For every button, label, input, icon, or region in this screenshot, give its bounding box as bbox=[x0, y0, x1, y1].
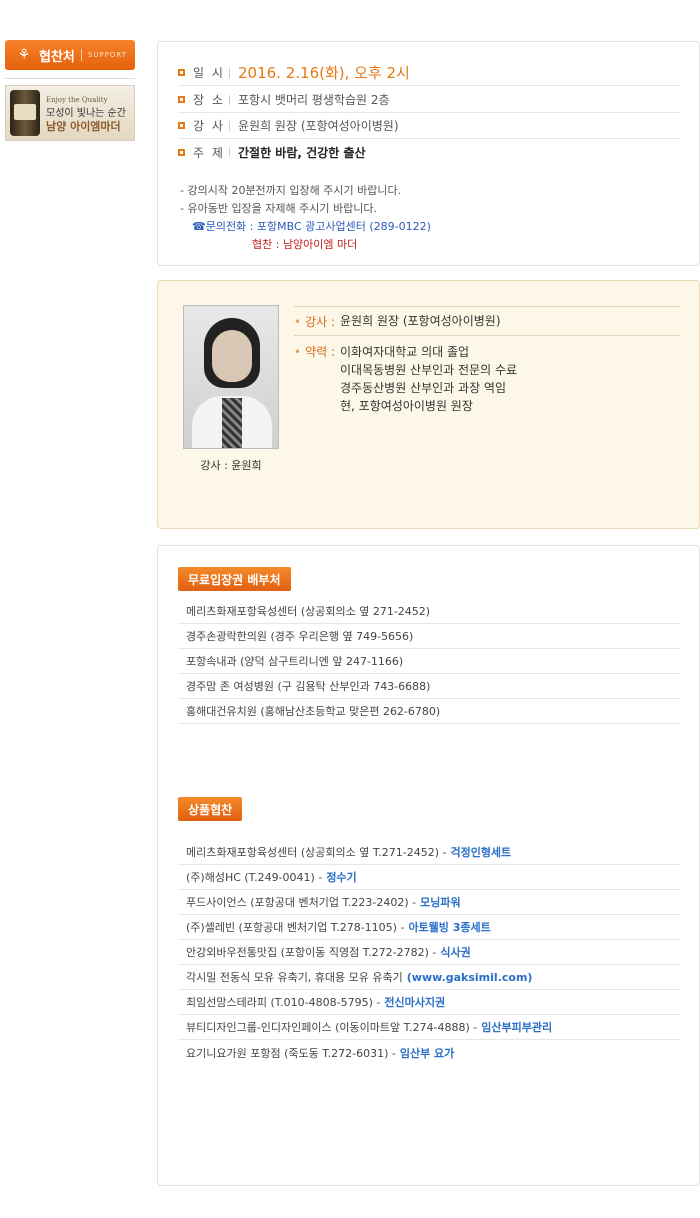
lecturer-career-key: 약력 : bbox=[294, 343, 340, 360]
event-info-panel: 일 시 2016. 2.16(화), 오후 2시 장 소 포항시 뱃머리 평생학… bbox=[157, 41, 700, 266]
note-line: - 강의시작 20분전까지 입장해 주시기 바랍니다. bbox=[180, 184, 402, 197]
list-item: 경주손광락한의원 (경주 우리은행 옆 749-5656) bbox=[178, 624, 681, 649]
info-value: 윤원희 원장 (포항여성아이병원) bbox=[238, 119, 399, 133]
list-item: 경주맘 존 여성병원 (구 김용탁 산부인과 743-6688) bbox=[178, 674, 681, 699]
sponsor-text: 안강외바우전통맛집 (포항이동 직영점 T.272-2782) - bbox=[186, 946, 437, 959]
list-item: 메리츠화재포항육성센터 (상공회의소 옆 271-2452) bbox=[178, 599, 681, 624]
lecturer-career-row: 약력 : 이화여자대학교 의대 졸업 이대목동병원 산부인과 전문의 수료 경주… bbox=[294, 336, 680, 415]
bullet-icon bbox=[178, 148, 185, 156]
lecturer-details: 강사 : 윤원희 원장 (포항여성아이병원) 약력 : 이화여자대학교 의대 졸… bbox=[294, 306, 680, 415]
info-value: 포항시 뱃머리 평생학습원 2층 bbox=[238, 93, 390, 107]
product-link[interactable]: (www.gaksimil.com) bbox=[407, 971, 533, 984]
banner-text: Enjoy the Quality 모성이 빛나는 순간 남양 아이엠마더 bbox=[46, 94, 126, 133]
lecturer-panel: 강사 : 윤원희 강사 : 윤원희 원장 (포항여성아이병원) 약력 : 이화여… bbox=[157, 280, 700, 529]
support-label: 협찬처 bbox=[39, 49, 75, 65]
lecturer-name-row: 강사 : 윤원희 원장 (포항여성아이병원) bbox=[294, 307, 680, 335]
banner-line1: 모성이 빛나는 순간 bbox=[46, 107, 126, 119]
list-item: 뷰티디자인그룹-인디자인페이스 (이동이마트앞 T.274-4888) - 임산부… bbox=[178, 1015, 681, 1040]
lecturer-photo bbox=[183, 305, 279, 449]
sponsor-text: 각시밀 전동식 모유 유축기, 휴대용 모유 유축기 bbox=[186, 971, 403, 984]
product-name: 걱정인형세트 bbox=[450, 846, 512, 859]
products-list: 메리츠화재포항육성센터 (상공회의소 옆 T.271-2452) - 걱정인형세트… bbox=[178, 840, 681, 1065]
bullet-icon bbox=[178, 96, 185, 103]
sponsor-text: 뷰티디자인그룹-인디자인페이스 (이동이마트앞 T.274-4888) - bbox=[186, 1021, 478, 1034]
notes: - 강의시작 20분전까지 입장해 주시기 바랍니다. - 유아동반 입장을 자… bbox=[180, 182, 431, 254]
sponsor-banner[interactable]: Enjoy the Quality 모성이 빛나는 순간 남양 아이엠마더 bbox=[5, 85, 135, 141]
list-item: 홍해대건유치원 (홍해남산초등학교 맞은편 262-6780) bbox=[178, 699, 681, 724]
lecturer-name-key: 강사 : bbox=[294, 313, 340, 330]
support-sub-label: SUPPORT bbox=[87, 51, 128, 59]
product-name: 정수기 bbox=[326, 871, 357, 884]
info-row-topic: 주 제 간절한 바람, 건강한 출산 bbox=[178, 139, 681, 165]
info-row-date: 일 시 2016. 2.16(화), 오후 2시 bbox=[178, 60, 681, 86]
product-name: 식사권 bbox=[440, 946, 471, 959]
info-label: 강 사 bbox=[193, 119, 225, 133]
info-row-lecturer: 강 사 윤원희 원장 (포항여성아이병원) bbox=[178, 113, 681, 139]
info-row-place: 장 소 포항시 뱃머리 평생학습원 2층 bbox=[178, 87, 681, 113]
products-title: 상품협찬 bbox=[178, 797, 243, 821]
sponsor-line: 협찬 : 남양아이엠 마더 bbox=[252, 238, 358, 251]
tulip-icon: ⚘ bbox=[17, 47, 31, 63]
banner-en: Enjoy the Quality bbox=[46, 95, 108, 104]
product-name: 전신마사지권 bbox=[384, 996, 446, 1009]
career-item: 경주동산병원 산부인과 과장 역임 bbox=[340, 381, 507, 395]
career-item: 이대목동병원 산부인과 전문의 수료 bbox=[340, 363, 518, 377]
product-name: 임산부 요가 bbox=[399, 1046, 455, 1060]
photo-caption: 강사 : 윤원희 bbox=[200, 459, 262, 472]
sponsor-text: 푸드사이언스 (포항공대 벤처기업 T.223-2402) - bbox=[186, 896, 417, 909]
career-item: 이화여자대학교 의대 졸업 bbox=[340, 345, 470, 359]
support-button[interactable]: ⚘ 협찬처 SUPPORT bbox=[5, 40, 135, 70]
sponsor-text: (주)셀레빈 (포항공대 벤처기업 T.278-1105) - bbox=[186, 921, 405, 934]
divider bbox=[80, 49, 82, 61]
divider bbox=[229, 67, 230, 78]
note-line: - 유아동반 입장을 자제해 주시기 바랍니다. bbox=[180, 202, 377, 215]
list-item: (주)해성HC (T.249-0041) - 정수기 bbox=[178, 865, 681, 890]
list-item: (주)셀레빈 (포항공대 벤처기업 T.278-1105) - 아토웰빙 3종세트 bbox=[178, 915, 681, 940]
lecturer-name-value: 윤원희 원장 (포항여성아이병원) bbox=[340, 314, 501, 328]
contact-line: ☎문의전화 : 포항MBC 광고사업센터 (289-0122) bbox=[192, 220, 431, 233]
product-name: 모닝파워 bbox=[420, 896, 461, 909]
tickets-title: 무료입장권 배부처 bbox=[178, 567, 291, 591]
product-name: 아토웰빙 3종세트 bbox=[408, 921, 491, 934]
product-name: 임산부피부관리 bbox=[481, 1021, 553, 1034]
distribution-panel: 무료입장권 배부처 메리츠화재포항육성센터 (상공회의소 옆 271-2452)… bbox=[157, 545, 700, 1186]
divider bbox=[229, 94, 230, 105]
info-value: 2016. 2.16(화), 오후 2시 bbox=[238, 64, 410, 82]
list-item: 요기니요가원 포항점 (죽도동 T.272-6031) - 임산부 요가 bbox=[178, 1040, 681, 1065]
sponsor-text: 메리츠화재포항육성센터 (상공회의소 옆 T.271-2452) - bbox=[186, 846, 447, 859]
career-list: 이화여자대학교 의대 졸업 이대목동병원 산부인과 전문의 수료 경주동산병원 … bbox=[340, 343, 517, 415]
list-item: 최임선맘스테라피 (T.010-4808-5795) - 전신마사지권 bbox=[178, 990, 681, 1015]
list-item: 각시밀 전동식 모유 유축기, 휴대용 모유 유축기 (www.gaksimil.… bbox=[178, 965, 681, 990]
divider bbox=[229, 120, 230, 131]
info-label: 장 소 bbox=[193, 93, 225, 107]
bullet-icon bbox=[178, 122, 185, 129]
list-item: 안강외바우전통맛집 (포항이동 직영점 T.272-2782) - 식사권 bbox=[178, 940, 681, 965]
bullet-icon bbox=[178, 69, 185, 76]
sidebar: ⚘ 협찬처 SUPPORT Enjoy the Quality 모성이 빛나는 … bbox=[5, 40, 135, 141]
info-value: 간절한 바람, 건강한 출산 bbox=[238, 145, 366, 160]
divider bbox=[229, 147, 230, 157]
banner-line2: 남양 아이엠마더 bbox=[46, 119, 121, 133]
sponsor-text: 최임선맘스테라피 (T.010-4808-5795) - bbox=[186, 996, 381, 1009]
career-item: 현, 포항여성아이병원 원장 bbox=[340, 399, 473, 413]
tickets-list: 메리츠화재포항육성센터 (상공회의소 옆 271-2452) 경주손광락한의원 … bbox=[178, 599, 681, 724]
sponsor-text: (주)해성HC (T.249-0041) - bbox=[186, 871, 323, 884]
sponsor-text: 요기니요가원 포항점 (죽도동 T.272-6031) - bbox=[186, 1046, 396, 1060]
info-label: 주 제 bbox=[193, 145, 225, 160]
list-item: 푸드사이언스 (포항공대 벤처기업 T.223-2402) - 모닝파워 bbox=[178, 890, 681, 915]
list-item: 포항속내과 (양덕 삼구트리니엔 앞 247-1166) bbox=[178, 649, 681, 674]
divider bbox=[5, 78, 135, 79]
info-label: 일 시 bbox=[193, 66, 225, 80]
list-item: 메리츠화재포항육성센터 (상공회의소 옆 T.271-2452) - 걱정인형세트 bbox=[178, 840, 681, 865]
product-can-icon bbox=[10, 90, 40, 136]
